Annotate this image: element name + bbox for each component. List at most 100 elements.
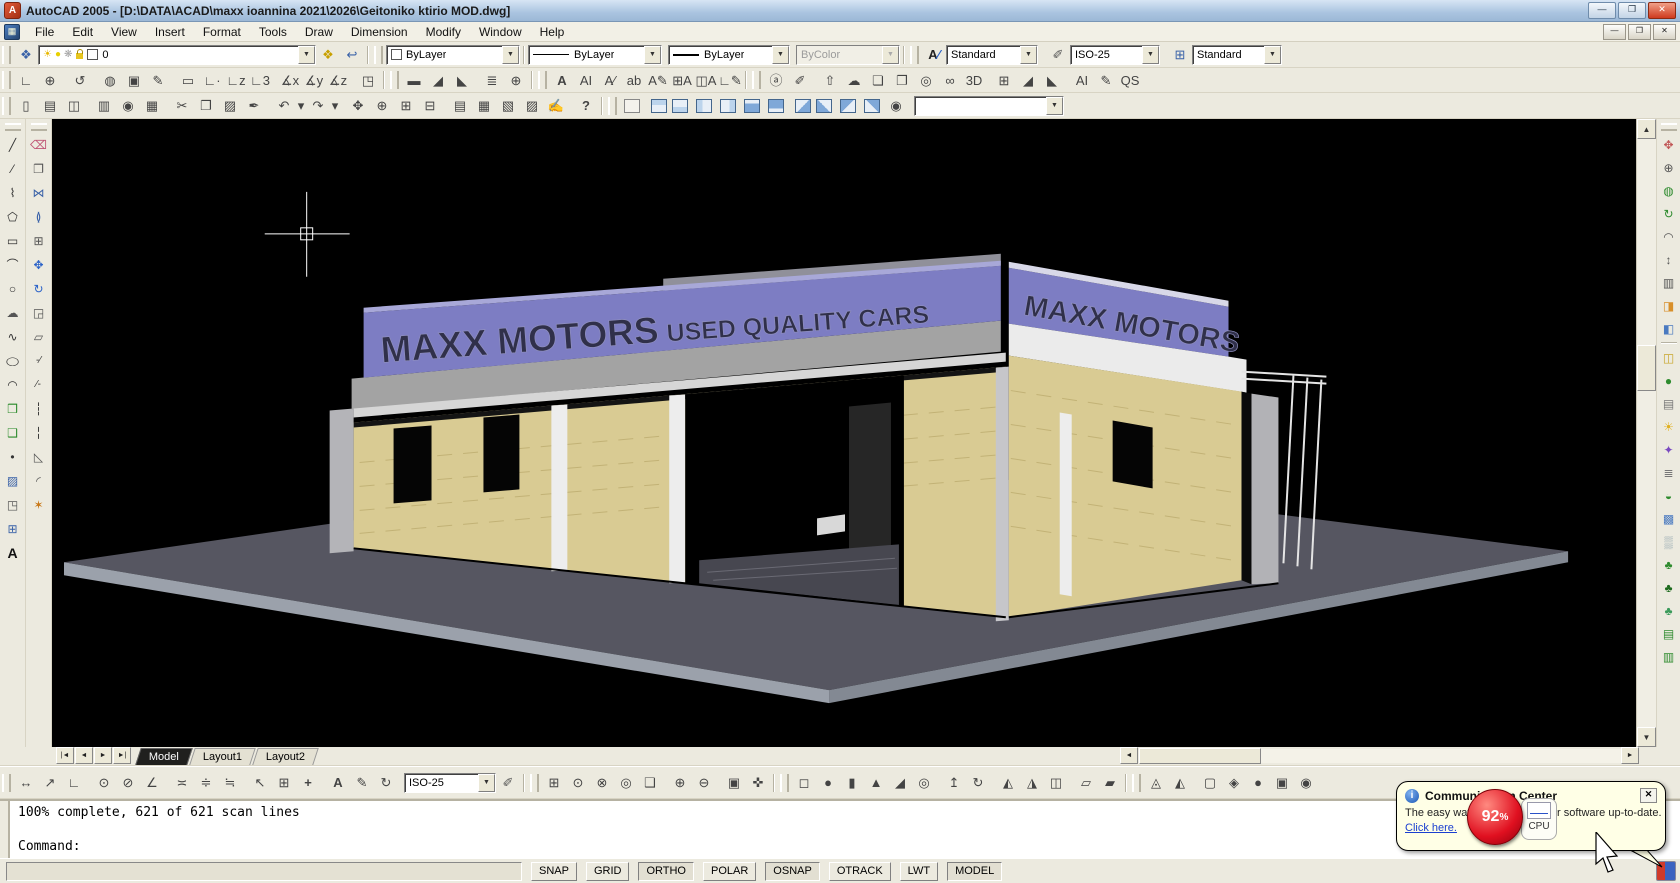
ucs-apply-icon[interactable]: ◳ xyxy=(356,69,380,91)
layer-combo[interactable]: ☀ ● ❋ 0 ▼ xyxy=(38,45,316,65)
interfere-icon[interactable]: ◫ xyxy=(1044,772,1068,794)
region-icon[interactable]: ◳ xyxy=(0,493,26,517)
edit-text-icon[interactable]: A⁄ xyxy=(598,69,622,91)
ellipse-arc-icon[interactable]: ◠ xyxy=(0,373,26,397)
status-toggle-button[interactable]: GRID xyxy=(586,862,630,881)
table-style-icon[interactable]: ⊞ xyxy=(1168,44,1192,66)
mapping-icon[interactable]: ◒ xyxy=(1656,484,1680,507)
status-toggle-button[interactable]: SNAP xyxy=(531,862,577,881)
array-icon[interactable]: ⊞ xyxy=(26,229,52,253)
ucs-view-icon[interactable]: ✎ xyxy=(146,69,170,91)
setup-view-icon[interactable]: ▰ xyxy=(1098,772,1122,794)
lineweight-combo-arrow[interactable]: ▼ xyxy=(772,46,789,64)
status-toggle-button[interactable]: OTRACK xyxy=(829,862,891,881)
text-style-combo-arrow[interactable]: ▼ xyxy=(1020,46,1037,64)
vertical-scroll-thumb[interactable] xyxy=(1637,345,1656,391)
camera-icon[interactable]: ◉ xyxy=(884,95,908,117)
materials-library-icon[interactable]: ≣ xyxy=(1656,461,1680,484)
qnew-icon[interactable]: ▯ xyxy=(14,95,38,117)
draworder-icon[interactable]: ⓐ xyxy=(764,69,788,91)
toolbar-handle[interactable] xyxy=(752,71,761,89)
menu-item[interactable]: View xyxy=(102,23,146,41)
view-name-combo-arrow[interactable]: ▼ xyxy=(1046,97,1063,115)
layer-previous-icon[interactable]: ↩ xyxy=(340,44,364,66)
status-toggle-button[interactable]: LWT xyxy=(900,862,938,881)
status-toggle-button[interactable]: OSNAP xyxy=(765,862,820,881)
ucs-world-icon[interactable]: ⊕ xyxy=(38,69,62,91)
rectangle-icon[interactable]: ▭ xyxy=(0,229,26,253)
setup-drawing-icon[interactable]: ▱ xyxy=(1074,772,1098,794)
view-right-icon[interactable] xyxy=(716,95,740,117)
tab-first-button[interactable]: |◄ xyxy=(56,747,74,764)
materials-icon[interactable]: ✦ xyxy=(1656,438,1680,461)
toolbar-handle[interactable] xyxy=(390,71,399,89)
color-combo[interactable]: ByLayer ▼ xyxy=(386,45,520,65)
background-icon[interactable]: ▩ xyxy=(1656,507,1680,530)
menu-item[interactable]: Edit xyxy=(63,23,102,41)
mdi-restore-button[interactable]: ❐ xyxy=(1628,24,1651,40)
view-sw-iso-icon[interactable] xyxy=(788,95,812,117)
undo-arrow-icon[interactable]: ▾ xyxy=(296,95,306,117)
center-mark-icon[interactable]: + xyxy=(296,772,320,794)
dim-style-icon[interactable]: ✐ xyxy=(1046,44,1070,66)
lineweight-combo[interactable]: ByLayer ▼ xyxy=(668,45,790,65)
publish-icon[interactable]: ▦ xyxy=(140,95,164,117)
menu-item[interactable]: Format xyxy=(194,23,250,41)
union-icon[interactable]: ☁ xyxy=(842,69,866,91)
make-block-icon[interactable]: ❑ xyxy=(0,421,26,445)
zoom-previous-icon[interactable]: ⊟ xyxy=(418,95,442,117)
help-icon[interactable]: ? xyxy=(574,95,598,117)
rotate-icon[interactable]: ↻ xyxy=(26,277,52,301)
sheet-set-icon[interactable]: ▨ xyxy=(520,95,544,117)
title-bar[interactable]: A AutoCAD 2005 - [D:\DATA\ACAD\maxx ioan… xyxy=(0,0,1680,22)
ucs-3point-icon[interactable]: ∟3 xyxy=(248,69,272,91)
zoom-window-icon[interactable]: ⊞ xyxy=(394,95,418,117)
ucs-x-icon[interactable]: ∡x xyxy=(278,69,302,91)
flat-edges-icon[interactable]: ◉ xyxy=(1294,772,1318,794)
hide-icon[interactable]: ◫ xyxy=(1656,346,1680,369)
menu-item[interactable]: Help xyxy=(531,23,574,41)
dim-aligned-icon[interactable]: ↗ xyxy=(38,772,62,794)
table-style-combo[interactable]: Standard ▼ xyxy=(1192,45,1282,65)
dim-edit-icon[interactable]: A xyxy=(326,772,350,794)
explode-icon[interactable]: ✶ xyxy=(26,493,52,517)
mtext-icon[interactable]: A xyxy=(0,541,26,565)
ellipse-icon[interactable]: ◯ xyxy=(0,349,26,373)
view-se-iso-icon[interactable] xyxy=(812,95,836,117)
toolbar-handle[interactable] xyxy=(1661,123,1677,131)
toolbar-handle[interactable] xyxy=(538,71,547,89)
landscape-library-icon[interactable]: ♣ xyxy=(1656,599,1680,622)
toolbar-handle[interactable] xyxy=(2,97,11,115)
ucs-icon[interactable]: ∟ xyxy=(14,69,38,91)
view-bottom-icon[interactable] xyxy=(668,95,692,117)
locate-point-icon[interactable]: ⊕ xyxy=(504,69,528,91)
3d-wireframe-icon[interactable]: ▢ xyxy=(1198,772,1222,794)
3d-zoom-icon[interactable]: ⊕ xyxy=(1656,156,1680,179)
command-prompt[interactable]: Command: xyxy=(18,839,81,854)
view-ne-iso-icon[interactable] xyxy=(836,95,860,117)
layer-combo-arrow[interactable]: ▼ xyxy=(298,46,315,64)
dim-text-edit-icon[interactable]: ✎ xyxy=(350,772,374,794)
hscroll-left-button[interactable]: ◄ xyxy=(1120,747,1138,764)
qdim-icon[interactable]: ≍ xyxy=(170,772,194,794)
designcenter-icon[interactable]: ▦ xyxy=(472,95,496,117)
copy-object-icon[interactable]: ❐ xyxy=(26,157,52,181)
copy-icon[interactable]: ❐ xyxy=(194,95,218,117)
chamfer-icon[interactable]: ◺ xyxy=(26,445,52,469)
quick-select-icon[interactable]: QS xyxy=(1118,69,1142,91)
open-icon[interactable]: ▤ xyxy=(38,95,62,117)
match-properties-icon[interactable]: ✒ xyxy=(242,95,266,117)
layer-properties-manager-icon[interactable]: ❖ xyxy=(14,44,38,66)
3d-orbit-icon[interactable]: ◍ xyxy=(1656,179,1680,202)
toolbar-handle[interactable] xyxy=(31,123,47,131)
2d-wireframe-icon[interactable]: ◭ xyxy=(1168,772,1192,794)
multiline-text-icon[interactable]: A xyxy=(550,69,574,91)
dim-radius-icon[interactable]: ⊙ xyxy=(92,772,116,794)
render-icon[interactable]: ● xyxy=(1656,369,1680,392)
spell-check-icon[interactable]: ab xyxy=(622,69,646,91)
status-toggle-button[interactable]: MODEL xyxy=(947,862,1002,881)
polyline-icon[interactable]: ⌇ xyxy=(0,181,26,205)
menu-item[interactable]: Modify xyxy=(417,23,470,41)
hidden-shade-icon[interactable]: ◈ xyxy=(1222,772,1246,794)
restore-button[interactable]: ❐ xyxy=(1618,2,1646,19)
